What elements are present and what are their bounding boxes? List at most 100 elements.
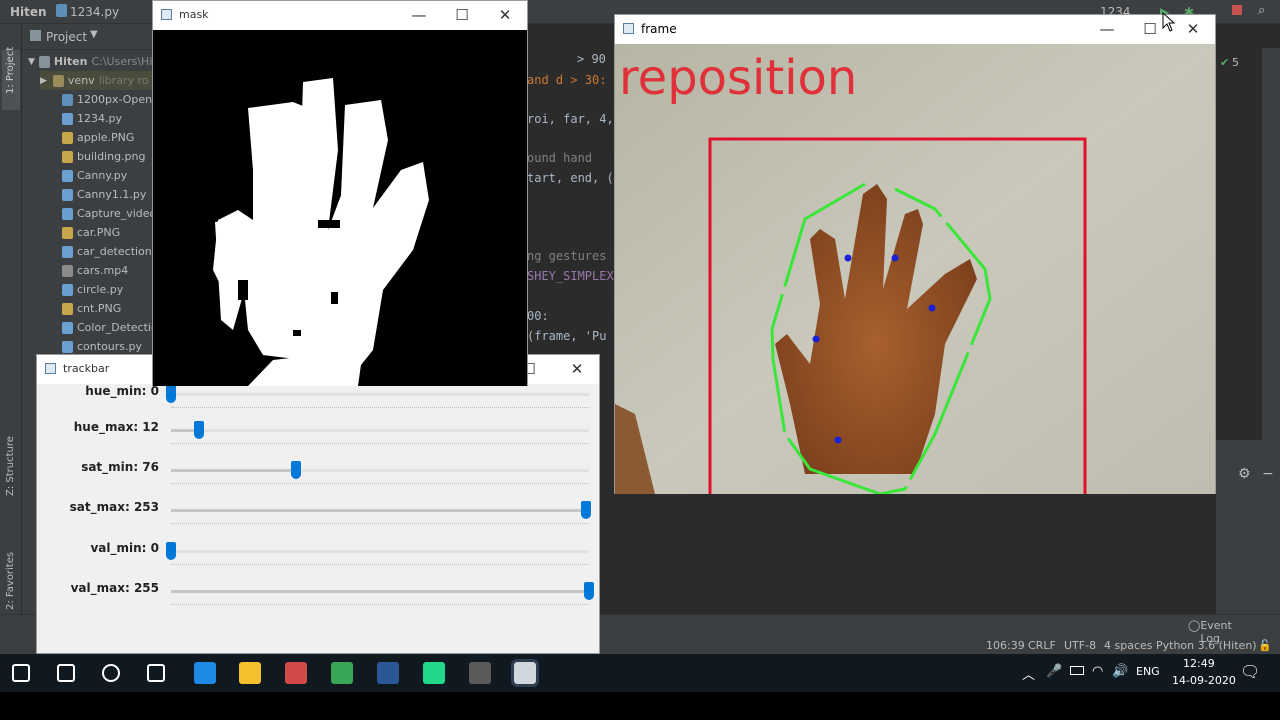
tree-item-label: 1234.py <box>77 112 122 125</box>
slider-ticks <box>171 564 589 566</box>
chrome-icon[interactable] <box>331 662 353 684</box>
slider-ticks <box>171 604 589 606</box>
tree-item-file[interactable]: Capture_video. <box>62 204 160 223</box>
notification-icon[interactable]: 🗨 <box>1240 662 1260 681</box>
chevron-right-icon[interactable]: ▶ <box>40 76 47 86</box>
slider-thumb[interactable] <box>584 582 594 600</box>
mouse-cursor-icon <box>1162 12 1176 32</box>
file-icon <box>62 131 73 144</box>
tree-item-file[interactable]: Canny.py <box>62 166 127 185</box>
search-everywhere-icon[interactable]: ⌕ <box>1258 3 1265 18</box>
battery-icon[interactable] <box>1070 666 1084 675</box>
volume-icon[interactable]: 🔊 <box>1112 664 1128 679</box>
event-log-link[interactable]: ◯ Event Log <box>1188 619 1232 645</box>
line-separator[interactable]: CRLF <box>1028 639 1056 652</box>
tree-item-label: cars.mp4 <box>77 264 129 277</box>
project-panel-title[interactable]: Project <box>46 30 87 44</box>
tree-item-file[interactable]: car_detection.p <box>62 242 162 261</box>
obs-icon[interactable] <box>469 662 491 684</box>
slider-thumb[interactable] <box>291 461 301 479</box>
chevron-down-icon[interactable]: ▼ <box>90 29 98 40</box>
code-comment: ng gestures <box>527 249 607 263</box>
gear-icon[interactable]: ⚙ <box>1238 466 1251 482</box>
inspection-ok-icon[interactable]: ✔ <box>1220 56 1229 69</box>
slider-label: sat_max: 253 <box>69 500 159 514</box>
frame-title-bar[interactable]: frame — ☐ ✕ <box>615 15 1215 44</box>
wifi-icon[interactable]: ◠ <box>1092 664 1103 679</box>
python-interpreter[interactable]: Python 3.6 (Hiten) <box>1156 639 1257 652</box>
close-icon[interactable]: ✕ <box>487 3 523 27</box>
slider-track[interactable] <box>171 550 589 553</box>
structure-tool-tab[interactable]: Z: Structure <box>5 436 16 496</box>
caret-position[interactable]: 106:39 <box>986 639 1025 652</box>
folder-icon <box>52 74 64 87</box>
favorites-tool-tab[interactable]: 2: Favorites <box>5 552 16 610</box>
trackbar-window: trackbar ☐ ✕ hue_min: 0 hue_max: 12 sat_mi… <box>36 354 600 654</box>
tree-item-label: cnt.PNG <box>77 302 122 315</box>
project-tool-tab[interactable]: 1: Project <box>2 47 20 110</box>
tree-item-file[interactable]: 1234.py <box>62 109 122 128</box>
slider-thumb[interactable] <box>166 542 176 560</box>
tree-item-label: contours.py <box>77 340 143 353</box>
file-explorer-icon[interactable] <box>239 662 261 684</box>
tree-item-label: Canny1.1.py <box>77 188 147 201</box>
file-icon <box>62 245 73 258</box>
close-icon[interactable]: ✕ <box>1175 17 1211 41</box>
nav-file-name[interactable]: 1234.py <box>70 5 119 19</box>
tree-item-file[interactable]: cnt.PNG <box>62 299 121 318</box>
task-view-icon[interactable] <box>147 664 165 682</box>
warning-count: 5 <box>1232 56 1239 69</box>
lock-icon[interactable]: 🔓 <box>1258 639 1272 652</box>
tree-item-file[interactable]: cars.mp4 <box>62 261 128 280</box>
chevron-up-icon[interactable]: ︿ <box>1022 664 1035 683</box>
minimize-icon[interactable]: — <box>401 3 437 27</box>
minimize-panel-icon[interactable]: − <box>1262 466 1274 482</box>
file-icon <box>62 188 73 201</box>
tree-item-label: circle.py <box>77 283 124 296</box>
file-encoding[interactable]: UTF-8 <box>1064 639 1096 652</box>
search-icon[interactable] <box>57 664 75 682</box>
slider-thumb[interactable] <box>194 421 204 439</box>
close-icon[interactable]: ✕ <box>559 357 595 381</box>
chevron-down-icon[interactable]: ▼ <box>28 57 35 67</box>
windows-start-icon[interactable] <box>12 664 30 682</box>
input-language[interactable]: ENG <box>1136 665 1160 678</box>
microphone-icon[interactable]: 🎤 <box>1046 664 1062 679</box>
snipping-icon[interactable] <box>285 662 307 684</box>
edge-icon[interactable] <box>194 662 216 684</box>
tree-item-file[interactable]: 1200px-OpenC <box>62 90 160 109</box>
project-folder-icon <box>30 30 41 41</box>
pycharm-icon[interactable] <box>423 662 445 684</box>
file-icon <box>62 169 73 182</box>
folder-icon <box>38 55 50 68</box>
minimize-icon[interactable]: — <box>1089 17 1125 41</box>
clock-time[interactable]: 12:49 <box>1183 657 1215 670</box>
file-icon <box>62 226 73 239</box>
tree-root[interactable]: ▼ Hiten C:\Users\Hi <box>28 52 152 71</box>
mask-image <box>153 30 527 386</box>
nav-project-name[interactable]: Hiten <box>10 5 47 19</box>
slider-track[interactable] <box>171 393 589 396</box>
slider-thumb[interactable] <box>166 385 176 403</box>
slider-thumb[interactable] <box>581 501 591 519</box>
tree-item-file[interactable]: building.png <box>62 147 146 166</box>
file-icon <box>62 321 73 334</box>
slider-track[interactable] <box>171 429 589 432</box>
stop-icon[interactable] <box>1232 5 1242 15</box>
tree-item-venv[interactable]: ▶ venv library ro <box>40 71 152 90</box>
tree-item-file[interactable]: Color_Detectio <box>62 318 158 337</box>
tree-item-file[interactable]: car.PNG <box>62 223 120 242</box>
tree-item-file[interactable]: Canny1.1.py <box>62 185 146 204</box>
tree-item-file[interactable]: apple.PNG <box>62 128 134 147</box>
clock-date[interactable]: 14-09-2020 <box>1172 674 1236 687</box>
word-icon[interactable] <box>377 662 399 684</box>
tree-item-label: Canny.py <box>77 169 128 182</box>
mask-title-bar[interactable]: mask — ☐ ✕ <box>153 1 527 30</box>
indent-setting[interactable]: 4 spaces <box>1104 639 1153 652</box>
tree-item-note: library ro <box>98 74 149 87</box>
cortana-icon[interactable] <box>102 664 120 682</box>
tree-item-file[interactable]: circle.py <box>62 280 123 299</box>
opencv-window-icon[interactable] <box>511 659 539 687</box>
project-panel-header: Project ▼ <box>22 24 152 50</box>
maximize-icon[interactable]: ☐ <box>444 3 480 27</box>
